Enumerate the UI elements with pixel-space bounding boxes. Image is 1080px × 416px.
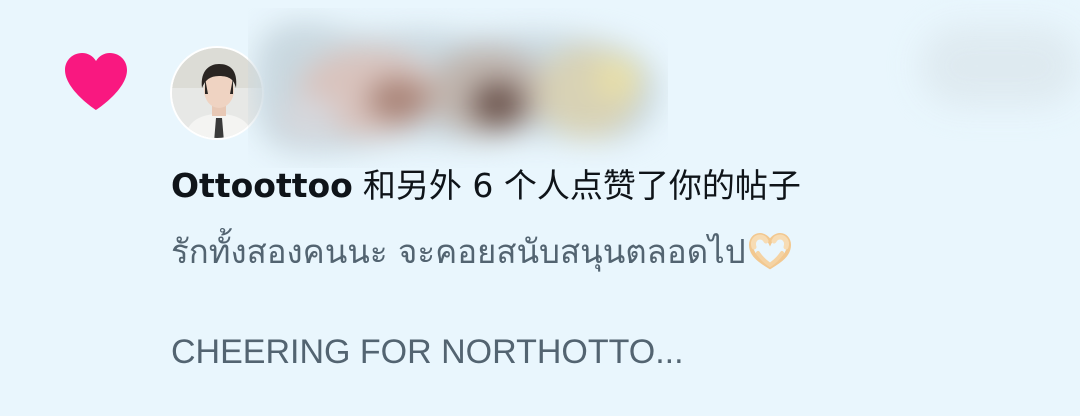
blurred-avatars <box>248 8 668 168</box>
like-notification[interactable]: Ottoottoo 和另外 6 个人点赞了你的帖子 รักทั้งสองคนนะ … <box>0 0 1080 416</box>
blurred-preview <box>920 26 1080 106</box>
action-text: 和另外 6 个人点赞了你的帖子 <box>362 166 801 205</box>
post-text-line2: CHEERING FOR NORTHOTTO... <box>171 333 684 371</box>
post-text-line1: รักทั้งสองคนนะ จะคอยสนับสนุนตลอดไป <box>171 232 746 271</box>
username-link[interactable]: Ottoottoo <box>171 166 353 205</box>
notification-headline: Ottoottoo 和另外 6 个人点赞了你的帖子 <box>171 163 801 209</box>
post-text-preview[interactable]: รักทั้งสองคนนะ จะคอยสนับสนุนตลอดไป <box>171 226 792 278</box>
heart-icon <box>65 53 127 110</box>
heart-hands-emoji <box>748 232 791 270</box>
